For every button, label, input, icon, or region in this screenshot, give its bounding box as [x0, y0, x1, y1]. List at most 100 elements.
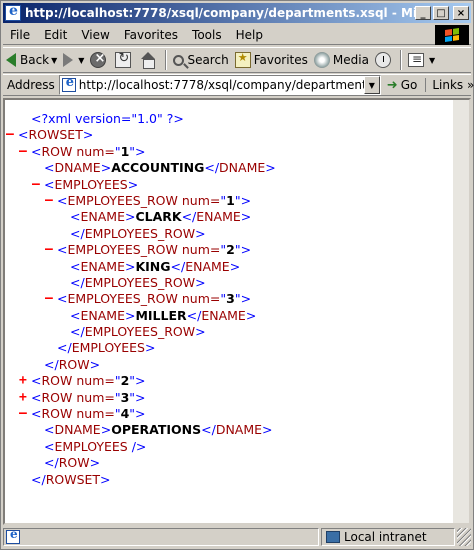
media-button[interactable]: Media	[311, 49, 372, 71]
xml-attr-name: num=	[177, 192, 221, 208]
xml-bracket: <	[70, 258, 81, 274]
back-button[interactable]: Back ▼	[3, 49, 60, 71]
refresh-icon	[115, 51, 132, 68]
xml-text: MILLER	[135, 307, 187, 323]
history-button[interactable]	[372, 49, 397, 71]
collapse-toggle[interactable]: –	[45, 242, 53, 258]
xml-bracket: <	[18, 127, 29, 143]
xml-line-content: </ROW>	[44, 455, 100, 471]
collapse-toggle[interactable]: –	[6, 127, 14, 143]
xml-tag-name: EMPLOYEES_ROW	[84, 225, 196, 241]
media-icon	[313, 52, 330, 68]
maximize-button[interactable]: □	[433, 6, 449, 20]
stop-button[interactable]	[87, 49, 112, 71]
xml-attr-value-text: 3	[120, 389, 130, 405]
mail-button[interactable]: ▼	[405, 49, 438, 71]
address-url: http://localhost:7778/xsql/company/depar…	[78, 78, 364, 92]
resize-grip[interactable]	[457, 528, 471, 546]
menu-view[interactable]: View	[74, 28, 116, 42]
xml-line-content: <EMPLOYEES_ROW num="3">	[57, 291, 251, 307]
menu-file[interactable]: File	[3, 28, 37, 42]
xml-text: OPERATIONS	[111, 422, 202, 438]
menu-tools[interactable]: Tools	[185, 28, 229, 42]
xml-bracket: </	[70, 274, 85, 290]
xml-bracket: <	[57, 192, 68, 208]
search-button[interactable]: Search	[170, 49, 231, 71]
menu-favorites[interactable]: Favorites	[117, 28, 185, 42]
xml-bracket: </	[204, 160, 220, 176]
xml-bracket: </	[181, 209, 197, 225]
back-label: Back	[20, 53, 50, 67]
close-button[interactable]: ×	[453, 6, 469, 20]
xml-tag-name: ROW	[41, 406, 73, 422]
minimize-button[interactable]: _	[415, 6, 431, 20]
home-icon	[140, 52, 156, 69]
xml-line-content: <ENAME>KING</ENAME>	[70, 259, 240, 275]
xml-tag-name: EMPLOYEES_ROW	[67, 192, 178, 208]
forward-dropdown-icon[interactable]: ▼	[78, 56, 84, 65]
links-button[interactable]: Links »	[425, 78, 474, 92]
home-button[interactable]	[137, 49, 162, 71]
back-dropdown-icon[interactable]: ▼	[51, 56, 57, 65]
xml-attr-value: "2"	[220, 242, 240, 257]
xml-tag-name: ROW	[41, 143, 73, 159]
xml-bracket: >	[89, 455, 101, 471]
stop-icon	[90, 51, 107, 68]
collapse-toggle[interactable]: –	[19, 406, 27, 422]
xml-bracket: </	[44, 356, 59, 372]
title-bar[interactable]: http://localhost:7778/xsql/company/depar…	[3, 3, 471, 23]
mail-dropdown-icon[interactable]: ▼	[429, 56, 435, 65]
xml-bracket: >	[240, 192, 252, 208]
go-button[interactable]: ➜ Go	[387, 78, 418, 93]
favorites-icon	[234, 51, 251, 68]
xml-bracket: >	[100, 422, 112, 438]
page-status-icon	[6, 527, 20, 544]
xml-tag-name: ROW	[41, 373, 73, 389]
xml-tag-name: ENAME	[80, 258, 125, 274]
xml-attr-name: num=	[72, 373, 115, 389]
refresh-button[interactable]	[112, 49, 137, 71]
address-input[interactable]: http://localhost:7778/xsql/company/depar…	[58, 75, 381, 95]
xml-tag-name: DNAME	[215, 422, 263, 438]
xml-tag-name: ENAME	[196, 209, 241, 225]
xml-bracket: >	[240, 242, 252, 258]
favorites-label: Favorites	[253, 53, 308, 67]
vertical-scrollbar[interactable]	[453, 100, 469, 523]
xml-line-content: <EMPLOYEES_ROW num="2">	[57, 242, 251, 258]
xml-bracket: </	[70, 225, 85, 241]
search-icon	[173, 54, 185, 66]
xml-text: KING	[135, 258, 171, 274]
xml-attr-value-text: 3	[226, 291, 235, 307]
xml-bracket: <	[70, 307, 81, 323]
xml-line-content: <ROW num="1">	[31, 144, 146, 160]
expand-toggle[interactable]: +	[19, 390, 27, 406]
xml-attr-value-text: 4	[120, 406, 130, 422]
expand-toggle[interactable]: +	[19, 373, 27, 389]
xml-bracket: >	[82, 127, 94, 143]
xml-tag-name: ROWSET	[45, 471, 101, 487]
xml-line-content: <EMPLOYEES />	[44, 439, 146, 455]
collapse-toggle[interactable]: –	[45, 291, 53, 307]
xml-bracket: >	[195, 324, 206, 340]
xml-tag-name: EMPLOYEES	[71, 340, 145, 356]
links-chevron-icon: »	[463, 78, 474, 92]
xml-bracket: <	[44, 176, 55, 192]
menu-help[interactable]: Help	[229, 28, 270, 42]
collapse-toggle[interactable]: –	[19, 144, 27, 160]
favorites-button[interactable]: Favorites	[232, 49, 311, 71]
xml-attr-value: "3"	[220, 291, 240, 306]
xml-bracket: <	[44, 438, 55, 454]
xml-tag-name: EMPLOYEES_ROW	[84, 274, 196, 290]
collapse-toggle[interactable]: –	[32, 177, 40, 193]
menu-edit[interactable]: Edit	[37, 28, 74, 42]
xml-bracket: >	[229, 258, 241, 274]
zone-label: Local intranet	[344, 530, 427, 544]
collapse-toggle[interactable]: –	[45, 193, 53, 209]
address-dropdown-icon[interactable]: ▼	[363, 76, 380, 94]
toolbar-separator	[399, 50, 402, 70]
xml-bracket: </	[170, 258, 186, 274]
xml-attr-value-text: 2	[120, 373, 130, 389]
forward-button[interactable]: ▼	[60, 49, 87, 71]
xml-bracket: />	[127, 438, 147, 454]
xml-tag-name: ROWSET	[28, 127, 83, 143]
